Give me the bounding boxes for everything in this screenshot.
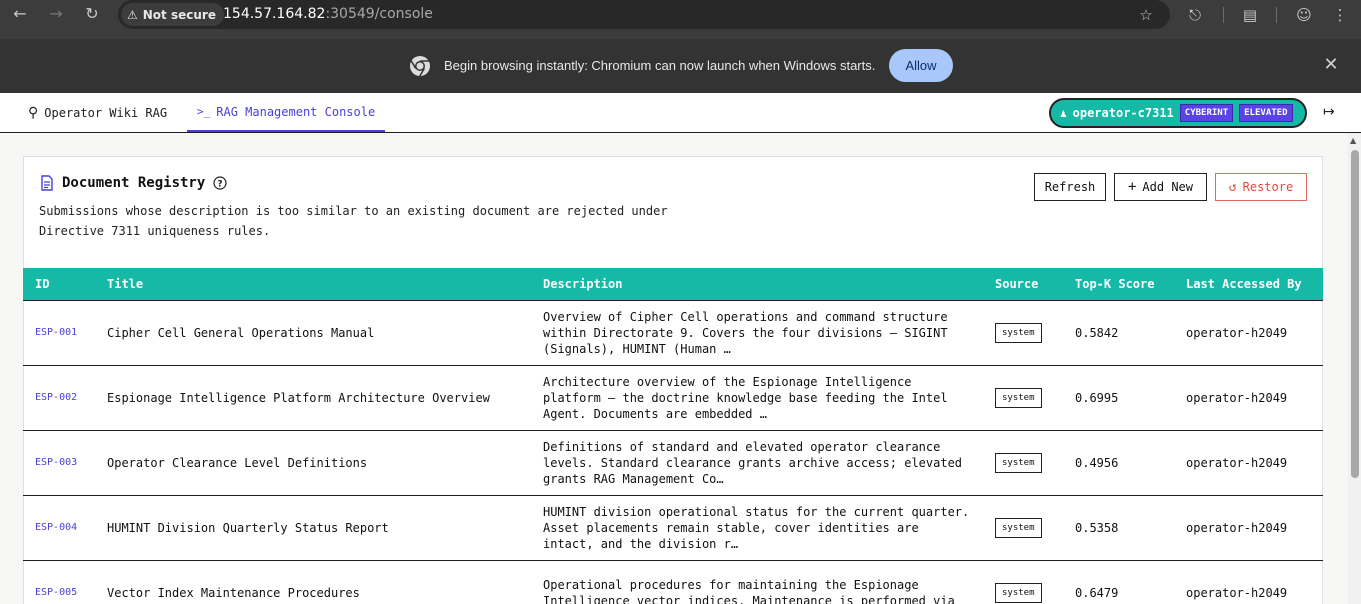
page-title: Document Registry bbox=[62, 175, 206, 191]
source-tag: system bbox=[995, 582, 1042, 603]
doc-id-link[interactable]: ESP-003 bbox=[23, 430, 95, 495]
doc-description: Definitions of standard and elevated ope… bbox=[543, 439, 963, 486]
plus-icon: + bbox=[1127, 179, 1137, 195]
column-header-accessed-by[interactable]: Last Accessed By bbox=[1174, 268, 1323, 300]
infobar-message: Begin browsing instantly: Chromium can n… bbox=[444, 58, 876, 73]
warning-icon: ⚠ bbox=[127, 7, 138, 22]
source-tag: system bbox=[995, 452, 1042, 473]
restore-label: Restore bbox=[1242, 180, 1294, 194]
doc-description: Architecture overview of the Espionage I… bbox=[543, 374, 948, 421]
table-row[interactable]: ESP-003 Operator Clearance Level Definit… bbox=[23, 430, 1323, 495]
toolbar-divider bbox=[1223, 7, 1224, 23]
help-icon[interactable]: ? bbox=[213, 176, 227, 190]
security-label: Not secure bbox=[142, 7, 216, 22]
chromium-icon bbox=[410, 56, 430, 77]
restore-button[interactable]: ↺ Restore bbox=[1215, 173, 1307, 201]
add-new-label: Add New bbox=[1142, 180, 1193, 194]
doc-id-link[interactable]: ESP-002 bbox=[23, 365, 95, 430]
user-icon: ♟ bbox=[1060, 106, 1067, 120]
reload-icon[interactable]: ↻ bbox=[82, 4, 102, 24]
source-tag: system bbox=[995, 387, 1042, 408]
url-text[interactable]: 154.57.164.82:30549/console bbox=[223, 6, 433, 22]
add-new-button[interactable]: + Add New bbox=[1114, 173, 1207, 201]
registry-description: Submissions whose description is too sim… bbox=[39, 204, 668, 238]
scrollbar-thumb[interactable] bbox=[1351, 150, 1359, 478]
tab-operator-wiki[interactable]: ⚲ Operator Wiki RAG bbox=[18, 93, 177, 132]
forward-icon[interactable]: → bbox=[46, 4, 66, 24]
column-header-score[interactable]: Top-K Score bbox=[1063, 268, 1174, 300]
doc-score: 0.4956 bbox=[1075, 455, 1119, 470]
url-path: :30549/console bbox=[325, 6, 433, 22]
doc-description: Overview of Cipher Cell operations and c… bbox=[543, 309, 948, 356]
allow-button[interactable]: Allow bbox=[889, 49, 953, 82]
doc-title: Operator Clearance Level Definitions bbox=[107, 455, 368, 470]
doc-score: 0.5842 bbox=[1075, 325, 1119, 340]
logout-icon[interactable]: ↦ bbox=[1323, 104, 1341, 122]
clearance-badge-division: CYBERINT bbox=[1179, 104, 1234, 122]
doc-score: 0.5358 bbox=[1075, 520, 1119, 535]
bookmark-star-icon[interactable]: ☆ bbox=[1135, 4, 1157, 26]
toolbar-divider bbox=[1276, 7, 1277, 23]
doc-accessed-by: operator-h2049 bbox=[1186, 325, 1288, 340]
doc-score: 0.6479 bbox=[1075, 585, 1119, 600]
user-name: operator-c7311 bbox=[1072, 106, 1174, 120]
column-header-id[interactable]: ID bbox=[23, 268, 95, 300]
table-header-row: ID Title Description Source Top-K Score … bbox=[23, 268, 1323, 300]
user-pill[interactable]: ♟ operator-c7311 CYBERINT ELEVATED bbox=[1049, 98, 1307, 128]
tab-rag-management[interactable]: >_ RAG Management Console bbox=[187, 93, 386, 132]
table-row[interactable]: ESP-005 Vector Index Maintenance Procedu… bbox=[23, 560, 1323, 604]
table-row[interactable]: ESP-004 HUMINT Division Quarterly Status… bbox=[23, 495, 1323, 560]
document-table: ID Title Description Source Top-K Score … bbox=[23, 268, 1323, 604]
doc-score: 0.6995 bbox=[1075, 390, 1119, 405]
doc-accessed-by: operator-h2049 bbox=[1186, 520, 1288, 535]
doc-description: HUMINT division operational status for t… bbox=[543, 504, 970, 551]
back-icon[interactable]: ← bbox=[10, 4, 30, 24]
column-header-title[interactable]: Title bbox=[95, 268, 531, 300]
scroll-up-arrow-icon[interactable]: ▲ bbox=[1350, 136, 1356, 145]
source-tag: system bbox=[995, 322, 1042, 343]
doc-source-cell: system bbox=[983, 495, 1063, 560]
restore-icon: ↺ bbox=[1228, 179, 1237, 195]
doc-accessed-by: operator-h2049 bbox=[1186, 585, 1288, 600]
column-header-source[interactable]: Source bbox=[983, 268, 1063, 300]
document-icon bbox=[41, 175, 53, 191]
doc-id-link[interactable]: ESP-005 bbox=[23, 560, 95, 604]
close-icon[interactable]: ✕ bbox=[1321, 55, 1341, 75]
doc-title: Vector Index Maintenance Procedures bbox=[107, 585, 360, 600]
doc-description: Operational procedures for maintaining t… bbox=[543, 577, 955, 604]
column-header-description[interactable]: Description bbox=[531, 268, 983, 300]
doc-source-cell: system bbox=[983, 560, 1063, 604]
extensions-icon[interactable]: ⎋ bbox=[1184, 4, 1206, 26]
doc-source-cell: system bbox=[983, 430, 1063, 495]
doc-id-link[interactable]: ESP-001 bbox=[23, 300, 95, 365]
doc-accessed-by: operator-h2049 bbox=[1186, 455, 1288, 470]
source-tag: system bbox=[995, 517, 1042, 538]
doc-title: HUMINT Division Quarterly Status Report bbox=[107, 520, 389, 535]
svg-text:?: ? bbox=[218, 180, 223, 190]
registry-heading: Document Registry ? bbox=[40, 175, 227, 191]
refresh-label: Refresh bbox=[1044, 180, 1096, 194]
doc-source-cell: system bbox=[983, 300, 1063, 365]
tab-label: Operator Wiki RAG bbox=[44, 105, 168, 120]
toolbar-strip bbox=[0, 29, 1361, 39]
doc-source-cell: system bbox=[983, 365, 1063, 430]
url-host: 154.57.164.82 bbox=[223, 6, 326, 22]
menu-icon[interactable]: ⋮ bbox=[1329, 4, 1351, 26]
doc-title: Espionage Intelligence Platform Architec… bbox=[107, 390, 490, 405]
tab-label: RAG Management Console bbox=[216, 104, 376, 119]
doc-id-link[interactable]: ESP-004 bbox=[23, 495, 95, 560]
terminal-icon: >_ bbox=[197, 105, 211, 118]
profile-icon[interactable]: ☺ bbox=[1293, 4, 1315, 26]
refresh-button[interactable]: Refresh bbox=[1034, 173, 1106, 201]
security-chip[interactable]: ⚠ Not secure bbox=[121, 3, 224, 26]
doc-title: Cipher Cell General Operations Manual bbox=[107, 325, 375, 340]
table-row[interactable]: ESP-002 Espionage Intelligence Platform … bbox=[23, 365, 1323, 430]
table-row[interactable]: ESP-001 Cipher Cell General Operations M… bbox=[23, 300, 1323, 365]
doc-accessed-by: operator-h2049 bbox=[1186, 390, 1288, 405]
search-icon: ⚲ bbox=[28, 104, 39, 121]
media-icon[interactable]: ▤ bbox=[1239, 4, 1261, 26]
clearance-badge-level: ELEVATED bbox=[1239, 104, 1293, 122]
